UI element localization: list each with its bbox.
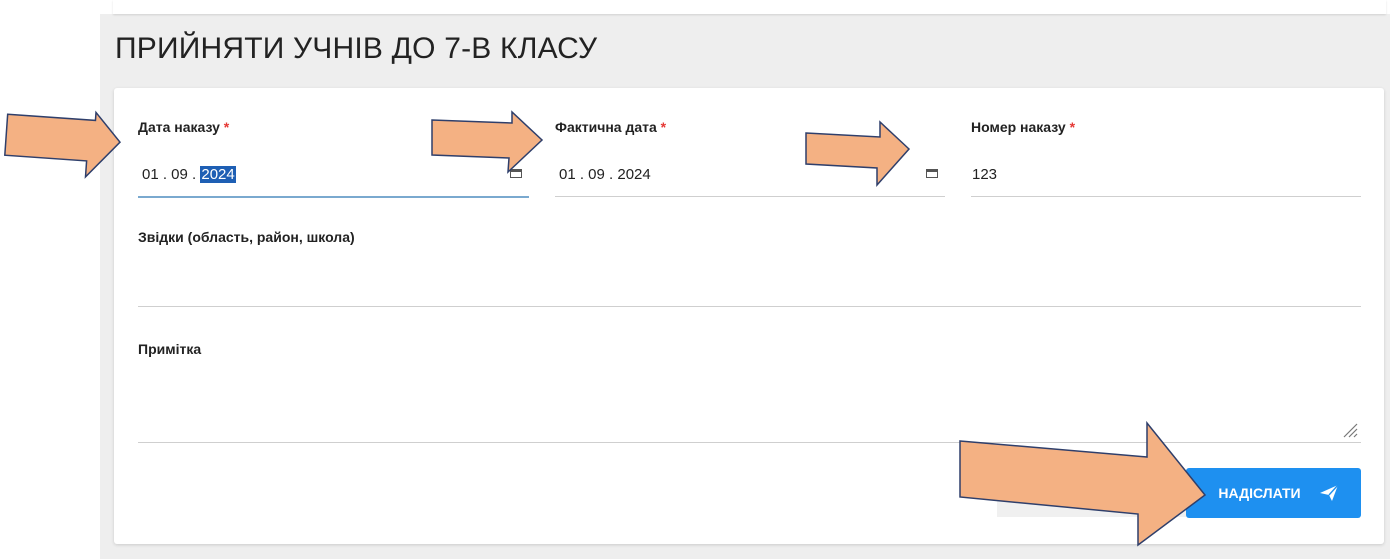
arrow-to-actual-date [431,110,544,174]
arrow-to-submit-button [959,420,1207,547]
arrow-to-order-number [805,120,911,187]
arrow-to-order-date [4,110,121,179]
annotation-arrows [4,110,1207,547]
